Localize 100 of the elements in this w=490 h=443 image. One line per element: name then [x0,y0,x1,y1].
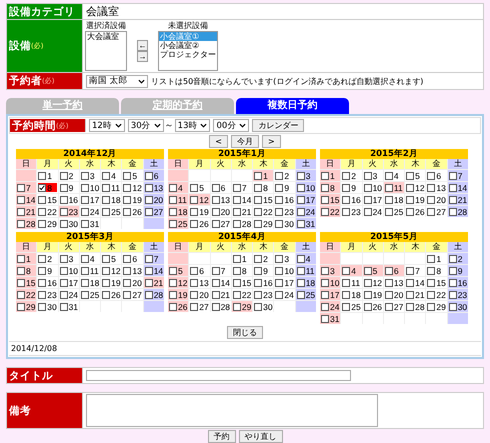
day-checkbox[interactable] [448,196,457,204]
day-checkbox[interactable] [123,172,132,180]
day-checkbox[interactable] [364,290,372,298]
calendar-button[interactable]: カレンダー [252,119,304,132]
day-checkbox[interactable] [123,266,132,274]
day-checkbox[interactable] [212,184,220,192]
day-checkbox[interactable] [38,184,46,192]
day-checkbox[interactable] [80,266,89,274]
day-checkbox[interactable] [144,172,153,180]
day-checkbox[interactable] [80,196,89,204]
day-checkbox[interactable] [406,196,414,204]
day-checkbox[interactable] [232,278,241,286]
day-checkbox[interactable] [342,208,350,216]
day-checkbox[interactable] [384,196,393,204]
day-checkbox[interactable] [60,184,68,192]
day-checkbox[interactable] [275,172,284,180]
day-checkbox[interactable] [232,302,241,310]
reserver-select[interactable]: 南国 太郎 [86,74,148,88]
day-checkbox[interactable] [448,208,457,216]
day-checkbox[interactable] [254,172,262,180]
day-checkbox[interactable] [232,196,241,204]
day-checkbox[interactable] [190,196,198,204]
day-checkbox[interactable] [190,220,198,228]
day-checkbox[interactable] [364,208,372,216]
next-button[interactable]: > [262,135,281,148]
day-checkbox[interactable] [212,266,220,274]
day-checkbox[interactable] [80,278,89,286]
start-minute-select[interactable]: 30分 [128,119,164,132]
day-checkbox[interactable] [254,184,262,192]
day-checkbox[interactable] [38,302,46,310]
end-minute-select[interactable]: 00分 [213,119,250,132]
day-checkbox[interactable] [190,266,198,274]
day-checkbox[interactable] [342,172,350,180]
day-checkbox[interactable] [296,172,305,180]
day-checkbox[interactable] [296,196,305,204]
day-checkbox[interactable] [406,266,414,274]
day-checkbox[interactable] [275,278,284,286]
day-checkbox[interactable] [384,208,393,216]
list-option[interactable]: 小会議室② [159,41,217,50]
day-checkbox[interactable] [275,196,284,204]
day-checkbox[interactable] [17,278,25,286]
unselected-equipment-list[interactable]: 小会議室① 小会議室② プロジェクター [158,31,218,71]
day-checkbox[interactable] [427,172,436,180]
day-checkbox[interactable] [17,290,25,298]
day-checkbox[interactable] [123,184,132,192]
day-checkbox[interactable] [80,184,89,192]
day-checkbox[interactable] [102,172,110,180]
this-month-button[interactable]: 今月 [231,135,259,148]
day-checkbox[interactable] [102,254,110,262]
day-checkbox[interactable] [17,254,25,262]
day-checkbox[interactable] [60,254,68,262]
day-checkbox[interactable] [296,254,305,262]
day-checkbox[interactable] [275,290,284,298]
day-checkbox[interactable] [448,184,457,192]
day-checkbox[interactable] [38,278,46,286]
day-checkbox[interactable] [254,278,262,286]
day-checkbox[interactable] [144,254,153,262]
day-checkbox[interactable] [406,184,414,192]
day-checkbox[interactable] [427,254,436,262]
day-checkbox[interactable] [321,266,329,274]
day-checkbox[interactable] [38,220,46,228]
day-checkbox[interactable] [384,278,393,286]
day-checkbox[interactable] [212,278,220,286]
day-checkbox[interactable] [427,208,436,216]
day-checkbox[interactable] [212,208,220,216]
day-checkbox[interactable] [427,266,436,274]
day-checkbox[interactable] [321,196,329,204]
day-checkbox[interactable] [144,278,153,286]
day-checkbox[interactable] [102,290,110,298]
day-checkbox[interactable] [169,220,177,228]
day-checkbox[interactable] [384,290,393,298]
day-checkbox[interactable] [190,290,198,298]
day-checkbox[interactable] [254,302,262,310]
day-checkbox[interactable] [254,208,262,216]
day-checkbox[interactable] [102,266,110,274]
day-checkbox[interactable] [232,266,241,274]
day-checkbox[interactable] [232,290,241,298]
day-checkbox[interactable] [384,184,393,192]
day-checkbox[interactable] [169,196,177,204]
day-checkbox[interactable] [212,196,220,204]
day-checkbox[interactable] [190,208,198,216]
day-checkbox[interactable] [123,254,132,262]
day-checkbox[interactable] [169,208,177,216]
day-checkbox[interactable] [169,290,177,298]
day-checkbox[interactable] [342,266,350,274]
day-checkbox[interactable] [296,266,305,274]
day-checkbox[interactable] [342,290,350,298]
day-checkbox[interactable] [38,196,46,204]
list-option[interactable]: 大会議室 [86,32,126,41]
list-option[interactable]: プロジェクター [159,50,217,59]
day-checkbox[interactable] [427,196,436,204]
day-checkbox[interactable] [60,266,68,274]
day-checkbox[interactable] [342,184,350,192]
day-checkbox[interactable] [254,220,262,228]
day-checkbox[interactable] [17,220,25,228]
day-checkbox[interactable] [60,208,68,216]
day-checkbox[interactable] [102,196,110,204]
day-checkbox[interactable] [321,290,329,298]
day-checkbox[interactable] [254,290,262,298]
day-checkbox[interactable] [38,266,46,274]
